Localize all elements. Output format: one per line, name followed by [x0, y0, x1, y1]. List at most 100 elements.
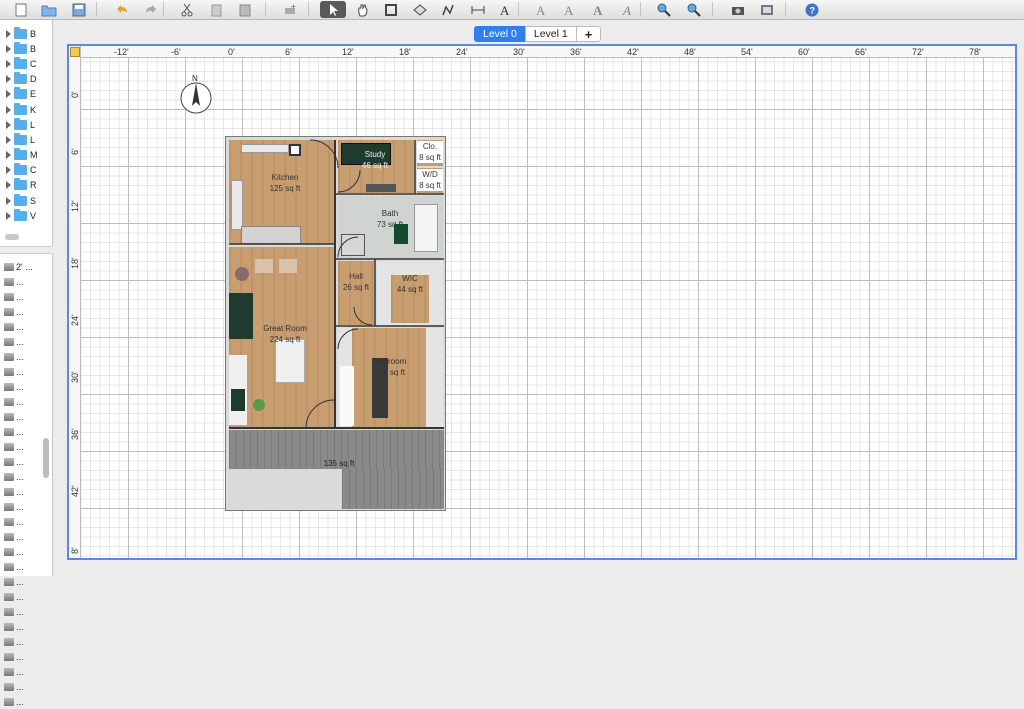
furniture-item[interactable]: ... [0, 274, 46, 289]
furniture-item[interactable]: ... [0, 574, 46, 589]
undo-button[interactable] [109, 1, 135, 18]
catalog-category[interactable]: R [0, 178, 52, 193]
panel-splitter[interactable] [0, 246, 53, 254]
expand-arrow-icon[interactable] [6, 90, 11, 99]
expand-arrow-icon[interactable] [6, 135, 11, 144]
help-icon: ? [805, 3, 819, 16]
furniture-item[interactable]: 2' ... [0, 259, 46, 274]
furniture-item[interactable]: ... [0, 499, 46, 514]
furniture-item[interactable]: ... [0, 514, 46, 529]
furniture-item[interactable]: ... [0, 454, 46, 469]
furniture-item[interactable]: ... [0, 649, 46, 664]
furniture-item[interactable]: ... [0, 349, 46, 364]
tab-level-1[interactable]: Level 1 [524, 26, 577, 42]
save-button[interactable] [66, 1, 92, 18]
furniture-item[interactable]: ... [0, 319, 46, 334]
furniture-item[interactable]: ... [0, 619, 46, 634]
catalog-category[interactable]: K [0, 102, 52, 117]
furniture-name: ... [16, 456, 24, 467]
expand-arrow-icon[interactable] [6, 211, 11, 220]
furniture-item[interactable]: ... [0, 439, 46, 454]
furniture-item[interactable]: ... [0, 679, 46, 694]
expand-arrow-icon[interactable] [6, 75, 11, 84]
copy-button[interactable] [204, 1, 230, 18]
add-furniture-button[interactable]: + [277, 1, 303, 18]
create-polylines-button[interactable] [435, 1, 461, 18]
catalog-category[interactable]: L [0, 132, 52, 147]
catalog-category[interactable]: B [0, 41, 52, 56]
ruler-tick-label: 66' [855, 47, 867, 57]
catalog-category[interactable]: E [0, 87, 52, 102]
catalog-category[interactable]: D [0, 72, 52, 87]
furniture-item[interactable]: ... [0, 304, 46, 319]
ruler-tick-label: 8' [70, 547, 80, 554]
create-dimensions-button[interactable] [465, 1, 491, 18]
furniture-item[interactable]: ... [0, 664, 46, 679]
new-home-button[interactable] [8, 1, 34, 18]
plan-view[interactable]: -12' -6' 0' 6' 12' 18' 24' 30' 36' 42' 48' 54' 60' 66… [67, 44, 1017, 560]
expand-arrow-icon[interactable] [6, 151, 11, 160]
furniture-item[interactable]: ... [0, 334, 46, 349]
furniture-item[interactable]: ... [0, 544, 46, 559]
cut-button[interactable] [174, 1, 200, 18]
expand-arrow-icon[interactable] [6, 196, 11, 205]
folder-icon [14, 148, 27, 161]
folder-icon [14, 163, 27, 176]
catalog-category[interactable]: C [0, 163, 52, 178]
furniture-item[interactable]: ... [0, 604, 46, 619]
catalog-category[interactable]: V [0, 208, 52, 223]
tab-level-0[interactable]: Level 0 [474, 26, 526, 42]
create-walls-button[interactable] [378, 1, 404, 18]
create-video-button[interactable] [754, 1, 780, 18]
undo-icon [117, 4, 127, 13]
expand-arrow-icon[interactable] [6, 166, 11, 175]
expand-arrow-icon[interactable] [6, 120, 11, 129]
bold-text-button[interactable]: A [586, 1, 612, 18]
floor-plan[interactable]: Kitchen 125 sq ft Study 46 sq ft Clo. 8 sq … [225, 136, 446, 511]
paste-button[interactable] [232, 1, 258, 18]
furniture-item[interactable]: ... [0, 634, 46, 649]
folder-icon [14, 132, 27, 145]
catalog-category[interactable]: C [0, 56, 52, 71]
horizontal-scrollbar[interactable] [5, 234, 19, 240]
decrease-text-button[interactable]: A [557, 1, 583, 18]
expand-arrow-icon[interactable] [6, 59, 11, 68]
furniture-thumbnail-icon [4, 472, 14, 481]
create-rooms-button[interactable] [407, 1, 433, 18]
furniture-item[interactable]: ... [0, 529, 46, 544]
furniture-item[interactable]: ... [0, 409, 46, 424]
furniture-item[interactable]: ... [0, 694, 46, 709]
vertical-scrollbar[interactable] [43, 438, 49, 478]
italic-text-button[interactable]: A [616, 1, 642, 18]
redo-button[interactable] [138, 1, 164, 18]
add-text-button[interactable]: A [493, 1, 519, 18]
furniture-item[interactable]: ... [0, 394, 46, 409]
catalog-category[interactable]: B [0, 26, 52, 41]
furniture-item[interactable]: ... [0, 484, 46, 499]
furniture-item[interactable]: ... [0, 559, 46, 574]
furniture-item[interactable]: ... [0, 289, 46, 304]
catalog-category[interactable]: S [0, 193, 52, 208]
catalog-category[interactable]: L [0, 117, 52, 132]
furniture-item[interactable]: ... [0, 469, 46, 484]
zoom-out-button[interactable] [681, 1, 707, 18]
expand-arrow-icon[interactable] [6, 105, 11, 114]
furniture-item[interactable]: ... [0, 589, 46, 604]
compass-icon[interactable]: N [179, 74, 213, 114]
furniture-item[interactable]: ... [0, 379, 46, 394]
catalog-category[interactable]: M [0, 148, 52, 163]
select-arrow-button[interactable] [320, 1, 346, 18]
furniture-item[interactable]: ... [0, 424, 46, 439]
expand-arrow-icon[interactable] [6, 29, 11, 38]
create-photo-button[interactable] [725, 1, 751, 18]
expand-arrow-icon[interactable] [6, 44, 11, 53]
open-button[interactable] [36, 1, 62, 18]
furniture-item[interactable]: ... [0, 364, 46, 379]
add-level-button[interactable]: + [575, 26, 602, 42]
expand-arrow-icon[interactable] [6, 181, 11, 190]
help-button[interactable]: ? [799, 1, 825, 18]
increase-text-button[interactable]: A [529, 1, 555, 18]
zoom-in-button[interactable] [651, 1, 677, 18]
pan-hand-button[interactable] [350, 1, 376, 18]
plan-grid[interactable] [81, 58, 1015, 558]
